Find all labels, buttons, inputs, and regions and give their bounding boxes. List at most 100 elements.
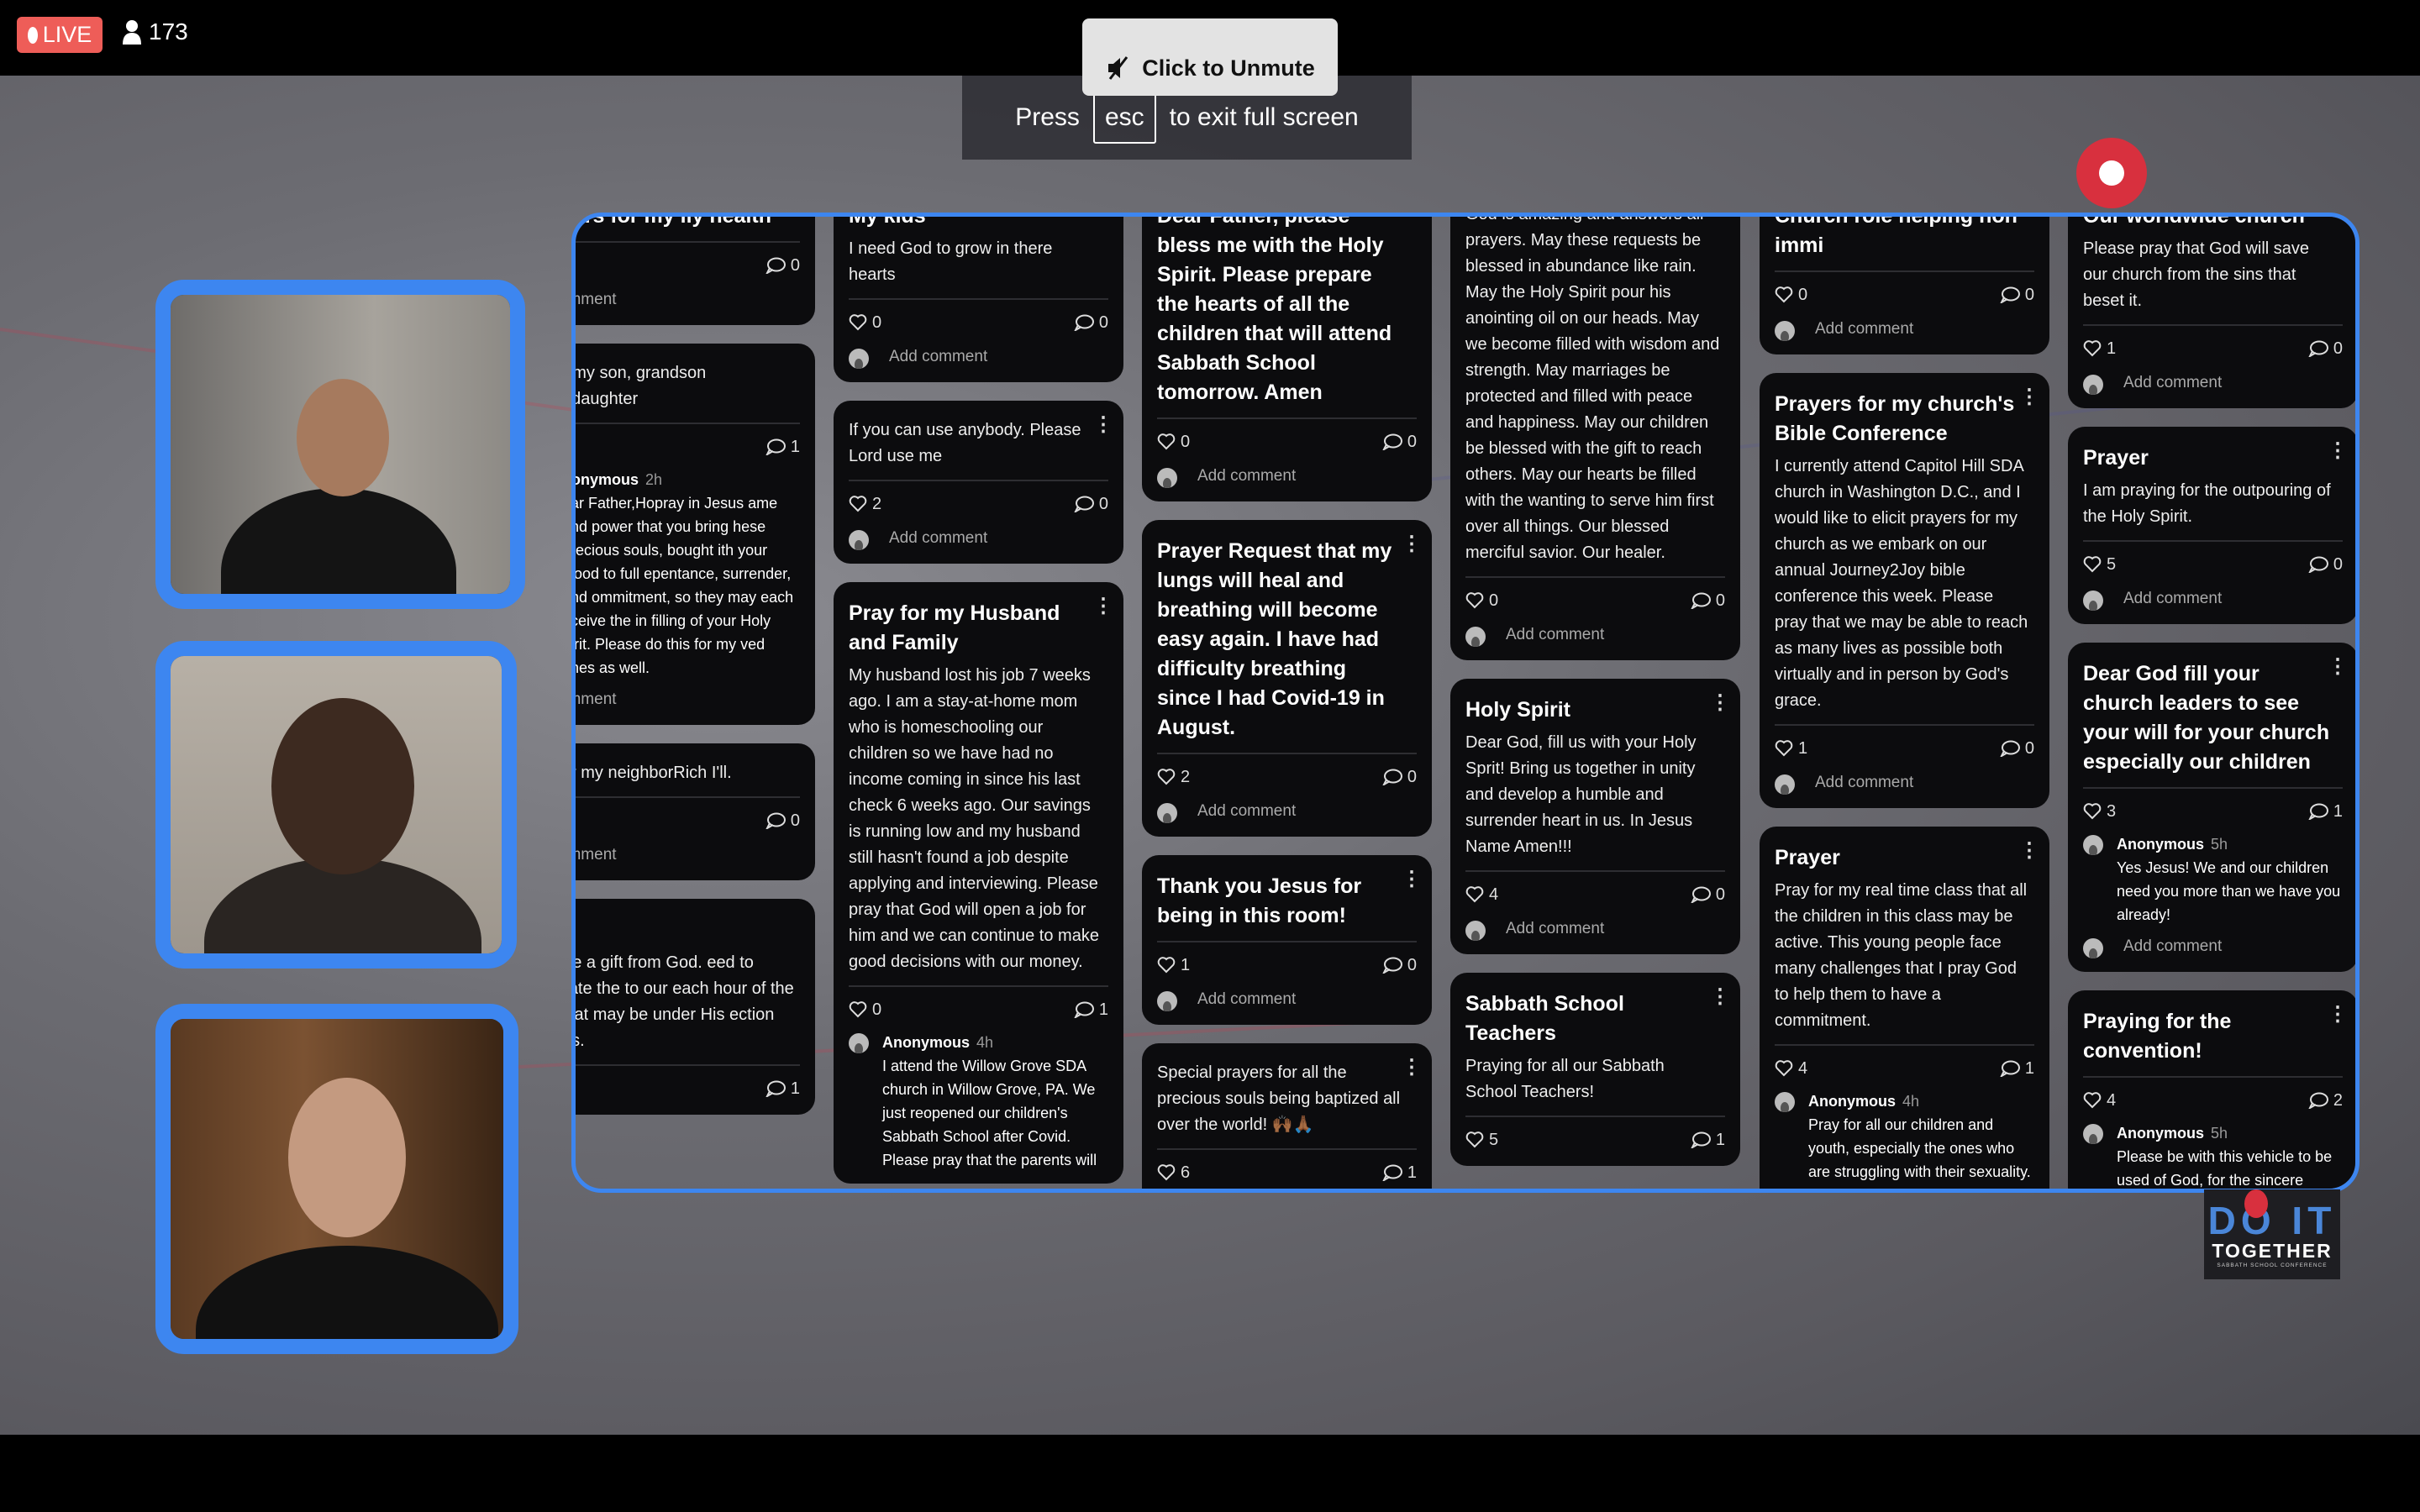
comment-count-button[interactable]: 1 [1382,1163,1417,1183]
prayer-card[interactable]: ⋮ Pray for my Husband and Family My husban… [834,582,1123,1184]
add-comment-button[interactable]: Add comment [2083,933,2343,960]
prayer-card[interactable]: ⋮ Prayer Request that my lungs will heal … [1142,520,1432,837]
comment-count-button[interactable]: 2 [2308,1091,2343,1110]
prayer-board[interactable]: prayers for my ily health0dd commenter f… [571,213,2360,1193]
more-options-icon[interactable]: ⋮ [2328,438,2348,463]
like-button[interactable]: 2 [1157,768,1190,787]
comment-count-button[interactable]: 0 [1074,495,1108,514]
prayer-card[interactable]: ⋮ Prayer Pray for my real time class that … [1760,827,2049,1189]
like-button[interactable]: 1 [1157,956,1190,975]
add-comment-button[interactable]: Add comment [1465,622,1725,648]
like-button[interactable]: 4 [1775,1059,1807,1079]
more-options-icon[interactable]: ⋮ [2019,385,2039,409]
prayer-card[interactable]: Church role helping non immi 0 0 Add commen… [1760,213,2049,354]
like-button[interactable]: 0 [1465,591,1498,611]
card-title: Sabbath School Teachers [1465,992,1624,1045]
comment-count-button[interactable]: 1 [765,1079,800,1099]
like-button[interactable]: 0 [849,313,881,333]
prayer-card[interactable]: ⋮ Prayers for my church's Bible Conferenc… [1760,373,2049,808]
comment-count-button[interactable]: 0 [1691,591,1725,611]
like-button[interactable]: 1 [1775,739,1807,759]
more-options-icon[interactable]: ⋮ [1710,690,1730,715]
prayer-card[interactable]: ⋮ Dear God fill your church leaders to se… [2068,643,2355,972]
like-button[interactable]: 3 [2083,802,2116,822]
prayer-card[interactable]: ⋮ Special prayers for all the precious so… [1142,1043,1432,1189]
comment-count-button[interactable]: 0 [765,256,800,276]
more-options-icon[interactable]: ⋮ [2328,1002,2348,1026]
prayer-card[interactable]: ers for my neighborRich I'll. 0 dd comment [576,743,815,880]
add-comment-label: Add comment [2123,374,2223,391]
more-options-icon[interactable]: ⋮ [1093,594,1113,618]
card-body: Dear God, fill us with your Holy Sprit! … [1465,733,1697,856]
prayer-card[interactable]: My kids I need God to grow in there heart… [834,217,1123,382]
like-button[interactable]: 4 [2083,1091,2116,1110]
like-button[interactable]: 0 [1775,286,1807,305]
more-options-icon[interactable]: ⋮ [2019,838,2039,863]
comment-count-button[interactable]: 1 [1691,1131,1725,1150]
add-comment-button[interactable]: Add comment [1775,769,2034,796]
prayer-card[interactable]: prayers for my ily health 0 dd comment [576,217,815,325]
comment-count-button[interactable]: 0 [1691,885,1725,905]
add-comment-button[interactable]: Add comment [1157,463,1417,490]
comment-count-button[interactable]: 1 [2308,802,2343,822]
comment-count-button[interactable]: 0 [1382,956,1417,975]
comment-count-button[interactable]: 0 [2000,739,2034,759]
add-comment-button[interactable]: Add comment [2083,370,2343,396]
like-button[interactable]: 2 [849,495,881,514]
comment-author: Anonymous [1808,1093,1897,1110]
prayer-card[interactable]: ⋮ Thank you Jesus for being in this room!… [1142,855,1432,1025]
more-options-icon[interactable]: ⋮ [1402,867,1422,891]
add-comment-button[interactable]: dd comment [576,686,800,713]
divider [2083,324,2343,326]
like-button[interactable]: 0 [1157,433,1190,452]
prayer-card[interactable]: er for my son, grandson granddaughter 1 no… [576,344,815,725]
prayer-card[interactable]: ⋮ Holy Spirit Dear God, fill us with your … [1450,679,1740,954]
add-comment-button[interactable]: dd comment [576,286,800,313]
comment-count-button[interactable]: 0 [1382,433,1417,452]
unmute-button[interactable]: Click to Unmute [1082,18,1338,96]
like-button[interactable]: 4 [1465,885,1498,905]
add-comment-label: Add comment [1506,920,1605,937]
board-column: Our worldwide church Please pray that God… [2068,217,2355,1189]
comment-count-button[interactable]: 1 [765,438,800,457]
prayer-card[interactable]: ⋮ If you can use anybody. Please Lord use… [834,401,1123,564]
add-comment-button[interactable]: Add comment [1157,986,1417,1013]
like-button[interactable]: 0 [849,1000,881,1020]
comment-count-button[interactable]: 0 [2308,555,2343,575]
add-comment-button[interactable]: Add comment [1157,798,1417,825]
like-button[interactable]: 5 [1465,1131,1498,1150]
comment-count-button[interactable]: 1 [2000,1059,2034,1079]
more-options-icon[interactable]: ⋮ [1402,1055,1422,1079]
add-comment-button[interactable]: Add comment [1775,316,2034,343]
add-comment-button[interactable]: Add comment [1465,916,1725,942]
prayer-card[interactable]: ⋮ Sabbath School Teachers Praying for all … [1450,973,1740,1166]
prayer-card[interactable]: ⋮ Prayer I am praying for the outpouring o… [2068,427,2355,624]
comment-count-button[interactable]: 0 [1074,313,1108,333]
prayer-card[interactable]: Our worldwide church Please pray that God… [2068,217,2355,408]
comment-count-button[interactable]: 0 [1382,768,1417,787]
more-options-icon[interactable]: ⋮ [1093,412,1113,437]
prayer-card[interactable]: ⋮ Praying for the convention! 4 2 Anonymous 5… [2068,990,2355,1189]
more-options-icon[interactable]: ⋮ [1710,984,1730,1009]
add-comment-button[interactable]: Add comment [849,525,1108,552]
more-options-icon[interactable]: ⋮ [2328,654,2348,679]
more-options-icon[interactable]: ⋮ [1402,532,1422,556]
comment-count-button[interactable]: 0 [2000,286,2034,305]
like-button[interactable]: 1 [2083,339,2116,359]
comment-count-button[interactable]: 0 [765,811,800,831]
prayer-card[interactable]: dren ren are a gift from God. eed to dedi… [576,899,815,1115]
card-title: Holy Spirit [1465,698,1571,722]
prayer-card[interactable]: God is amazing and answers all prayers. … [1450,217,1740,660]
prayer-card[interactable]: Dear Father, please bless me with the Ho… [1142,217,1432,501]
add-comment-button[interactable]: Add comment [849,344,1108,370]
add-comment-button[interactable]: Add comment [2083,585,2343,612]
comment-icon [1382,769,1402,785]
card-body: Pray for my real time class that all the… [1775,881,2028,1030]
like-button[interactable]: 6 [1157,1163,1190,1183]
comment-count-button[interactable]: 1 [1074,1000,1108,1020]
add-comment-button[interactable]: dd comment [576,842,800,869]
card-title: Prayer [1775,846,1840,869]
card-title: Church role helping non immi [1775,213,2018,257]
comment-count-button[interactable]: 0 [2308,339,2343,359]
like-button[interactable]: 5 [2083,555,2116,575]
